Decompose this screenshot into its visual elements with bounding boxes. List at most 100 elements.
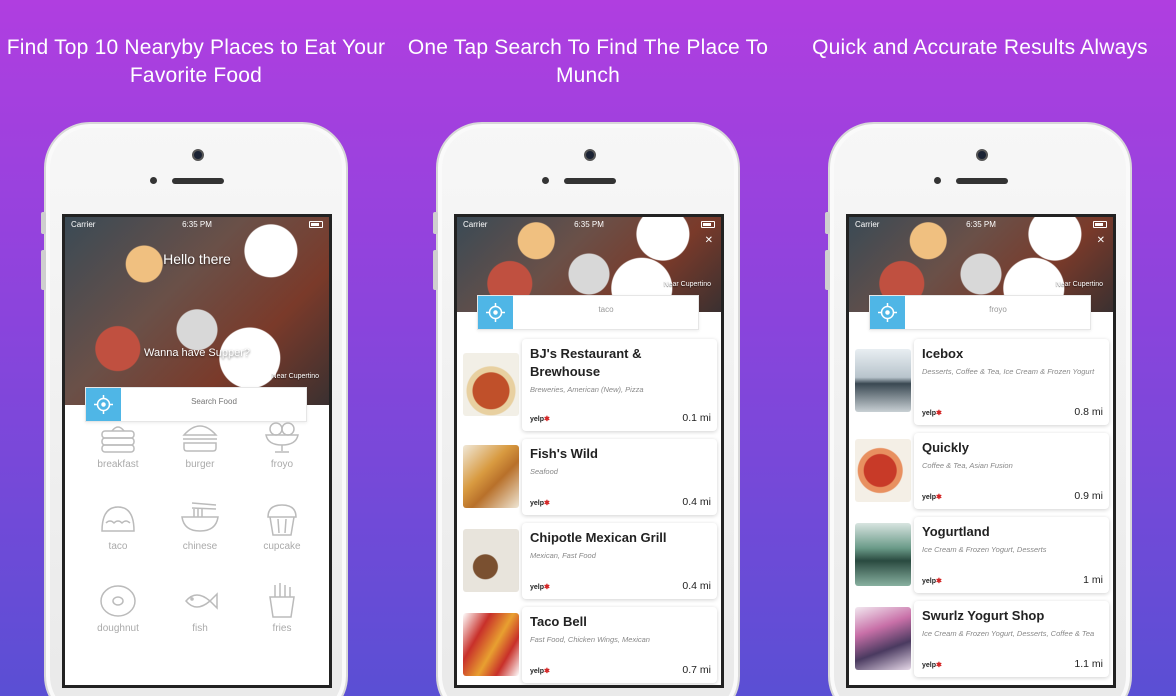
sensor	[934, 177, 941, 184]
location-label: Near Cupertino	[663, 281, 711, 288]
category-label: taco	[108, 541, 128, 552]
search-input[interactable]	[126, 397, 302, 406]
taco-icon	[101, 506, 135, 532]
result-distance: 0.1 mi	[682, 412, 711, 424]
result-distance: 0.9 mi	[1074, 490, 1103, 502]
result-card[interactable]: Taco Bell Fast Food, Chicken Wings, Mexi…	[463, 607, 717, 683]
yelp-logo: yelp✱	[922, 410, 942, 417]
category-doughnut[interactable]: doughnut	[88, 583, 148, 634]
result-name: BJ's Restaurant & Brewhouse	[530, 346, 642, 379]
side-button	[433, 212, 438, 234]
status-bar: Carrier 6:35 PM	[65, 220, 329, 232]
result-distance: 0.7 mi	[682, 664, 711, 676]
doughnut-icon	[100, 585, 136, 617]
locate-button[interactable]	[870, 296, 905, 329]
locate-button[interactable]	[478, 296, 513, 329]
speaker	[172, 178, 224, 184]
yelp-logo: yelp✱	[922, 578, 942, 585]
close-icon[interactable]: ✕	[1097, 235, 1105, 246]
result-name: Swurlz Yogurt Shop	[922, 608, 1045, 623]
category-breakfast[interactable]: breakfast	[88, 419, 148, 470]
result-details: Taco Bell Fast Food, Chicken Wings, Mexi…	[522, 607, 717, 683]
result-categories: Breweries, American (New), Pizza	[530, 385, 644, 394]
category-taco[interactable]: taco	[88, 501, 148, 552]
camera	[584, 149, 596, 161]
side-button	[825, 250, 830, 290]
crosshair-icon	[94, 395, 113, 414]
result-photo	[463, 445, 519, 508]
category-cupcake[interactable]: cupcake	[252, 501, 312, 552]
search-bar[interactable]	[85, 387, 307, 422]
result-card[interactable]: Yogurtland Ice Cream & Frozen Yogurt, De…	[855, 517, 1109, 593]
category-label: cupcake	[263, 541, 301, 552]
result-distance: 0.4 mi	[682, 496, 711, 508]
cupcake-icon	[267, 504, 297, 536]
result-details: Swurlz Yogurt Shop Ice Cream & Frozen Yo…	[914, 601, 1109, 677]
result-name: Taco Bell	[530, 614, 587, 629]
status-bar: Carrier 6:35 PM	[457, 220, 721, 232]
result-details: BJ's Restaurant & Brewhouse Breweries, A…	[522, 339, 717, 431]
locate-button[interactable]	[86, 388, 121, 421]
battery-icon	[1093, 221, 1107, 228]
result-card[interactable]: Quickly Coffee & Tea, Asian Fusion yelp✱…	[855, 433, 1109, 509]
category-label: breakfast	[97, 459, 139, 470]
camera	[192, 149, 204, 161]
speaker	[564, 178, 616, 184]
result-card[interactable]: Icebox Desserts, Coffee & Tea, Ice Cream…	[855, 339, 1109, 425]
close-icon[interactable]: ✕	[705, 235, 713, 246]
result-categories: Ice Cream & Frozen Yogurt, Desserts	[922, 545, 1047, 554]
phone-frame: Carrier 6:35 PM Hello there Wanna have S…	[41, 122, 348, 696]
category-fries[interactable]: fries	[252, 583, 312, 634]
greeting: Hello there	[163, 251, 231, 267]
sundae-icon	[265, 422, 299, 453]
category-chinese[interactable]: chinese	[170, 501, 230, 552]
result-name: Icebox	[922, 346, 964, 361]
meal-prompt: Wanna have Supper?	[144, 347, 250, 359]
panel-browse: Find Top 10 Nearyby Places to Eat Your F…	[0, 0, 392, 696]
crosshair-icon	[486, 303, 505, 322]
location-label: Near Cupertino	[1055, 281, 1103, 288]
yelp-logo: yelp✱	[530, 584, 550, 591]
speaker	[956, 178, 1008, 184]
result-distance: 0.8 mi	[1074, 406, 1103, 418]
screen: Carrier 6:35 PM Hello there Wanna have S…	[62, 214, 332, 688]
result-distance: 1.1 mi	[1074, 658, 1103, 670]
result-card[interactable]: Chipotle Mexican Grill Mexican, Fast Foo…	[463, 523, 717, 599]
category-froyo[interactable]: froyo	[252, 419, 312, 470]
result-card[interactable]: Fish's Wild Seafood yelp✱ 0.4 mi	[463, 439, 717, 515]
yelp-logo: yelp✱	[530, 416, 550, 423]
yelp-logo: yelp✱	[922, 494, 942, 501]
panel-search-froyo: Quick and Accurate Results Always Carrie…	[784, 0, 1176, 696]
result-details: Fish's Wild Seafood yelp✱ 0.4 mi	[522, 439, 717, 515]
search-input[interactable]	[910, 305, 1086, 314]
status-bar: Carrier 6:35 PM	[849, 220, 1113, 232]
screen: Carrier 6:35 PM ✕ Near Cupertino Icebox	[846, 214, 1116, 688]
caption: Find Top 10 Nearyby Places to Eat Your F…	[6, 36, 386, 87]
side-button	[41, 212, 46, 234]
result-card[interactable]: Swurlz Yogurt Shop Ice Cream & Frozen Yo…	[855, 601, 1109, 677]
hero-image: Carrier 6:35 PM Hello there Wanna have S…	[65, 217, 329, 405]
category-burger[interactable]: burger	[170, 419, 230, 470]
category-fish[interactable]: fish	[170, 583, 230, 634]
clock: 6:35 PM	[182, 220, 212, 229]
fries-icon	[269, 583, 295, 618]
result-photo	[463, 613, 519, 676]
result-details: Icebox Desserts, Coffee & Tea, Ice Cream…	[914, 339, 1109, 425]
clock: 6:35 PM	[966, 220, 996, 229]
camera	[976, 149, 988, 161]
yelp-logo: yelp✱	[530, 668, 550, 675]
result-name: Chipotle Mexican Grill	[530, 530, 667, 545]
search-bar[interactable]	[477, 295, 699, 330]
sensor	[542, 177, 549, 184]
burger-icon	[182, 425, 218, 452]
result-categories: Fast Food, Chicken Wings, Mexican	[530, 635, 650, 644]
result-photo	[855, 439, 911, 502]
side-button	[41, 250, 46, 290]
category-label: fries	[272, 623, 292, 634]
result-photo	[855, 523, 911, 586]
search-bar[interactable]	[869, 295, 1091, 330]
result-photo	[463, 353, 519, 416]
result-card[interactable]: BJ's Restaurant & Brewhouse Breweries, A…	[463, 339, 717, 431]
search-input[interactable]	[518, 305, 694, 314]
result-categories: Desserts, Coffee & Tea, Ice Cream & Froz…	[922, 367, 1095, 376]
